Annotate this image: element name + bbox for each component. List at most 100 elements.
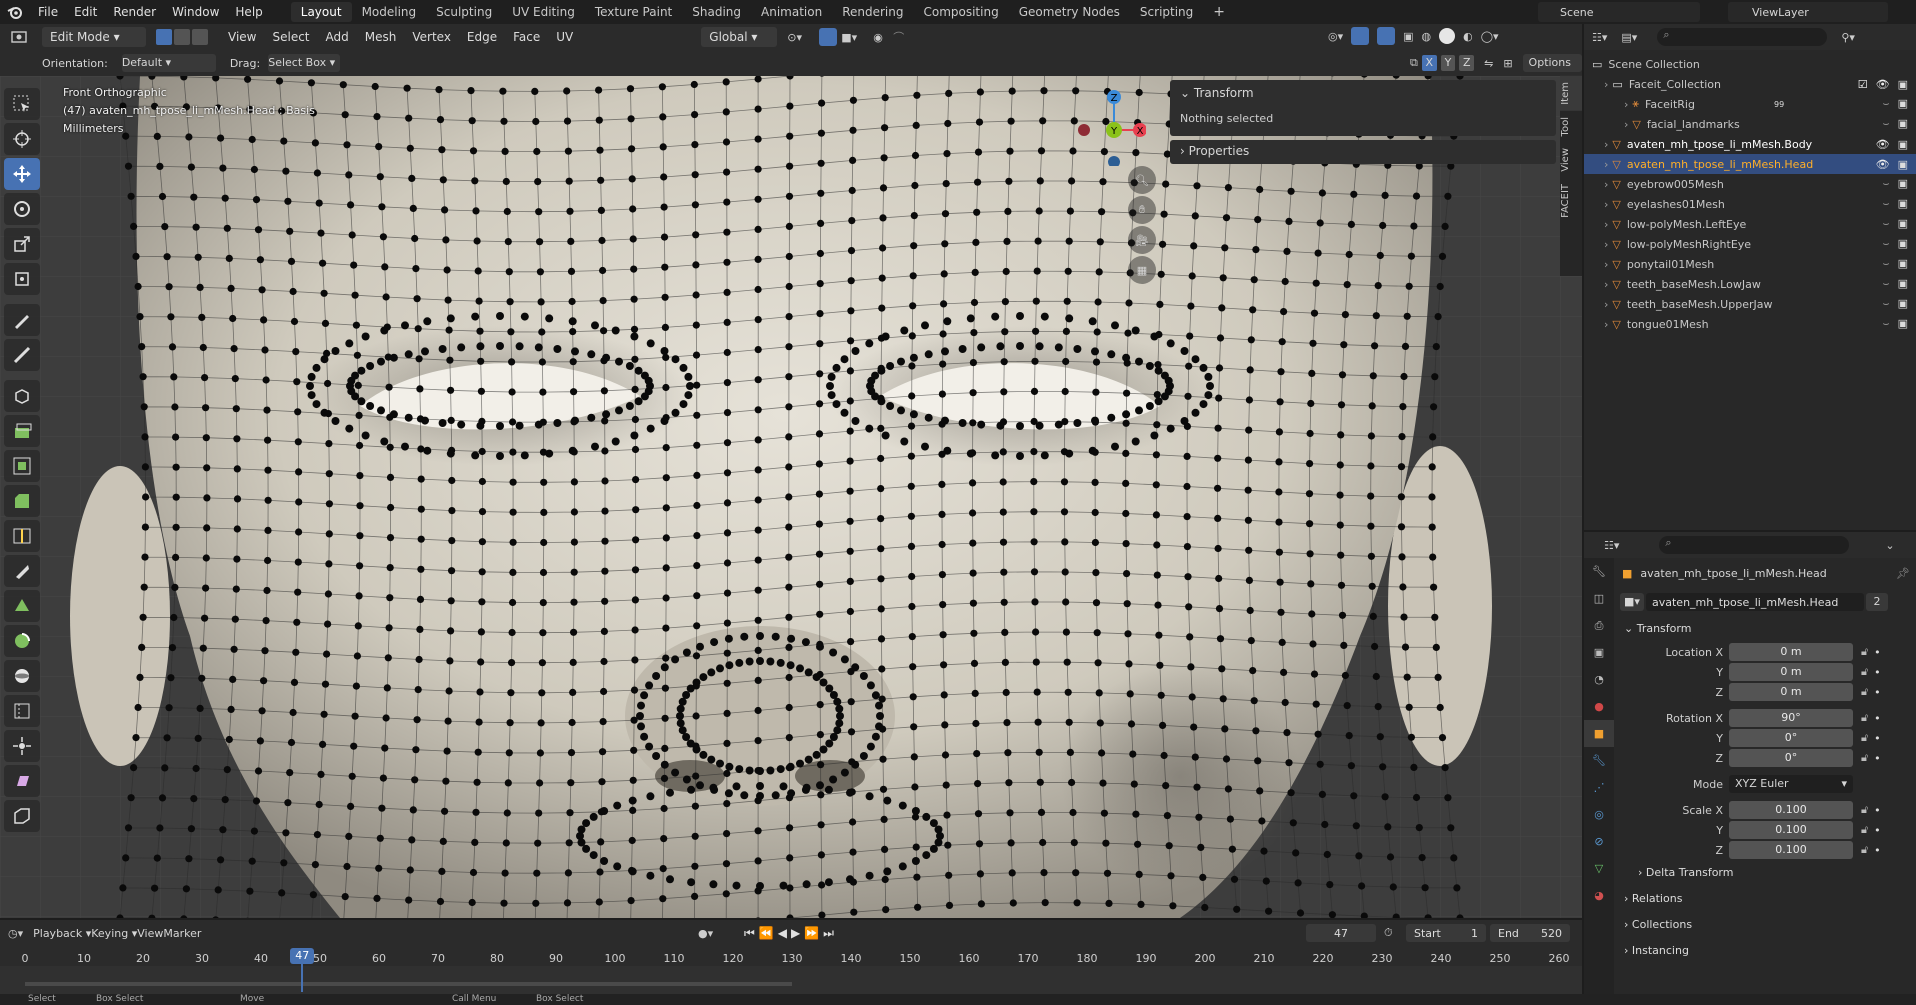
mesh-vertex[interactable] — [244, 76, 252, 83]
mesh-vertex[interactable] — [1190, 242, 1198, 250]
mesh-vertex[interactable] — [1215, 394, 1223, 402]
mesh-vertex[interactable] — [646, 424, 655, 433]
rotation-x-field[interactable]: 90° — [1729, 709, 1853, 727]
mesh-vertex[interactable] — [1262, 877, 1270, 885]
mesh-vertex[interactable] — [693, 471, 701, 479]
transform-section-header[interactable]: ⌄ Transform — [1618, 616, 1914, 642]
mesh-vertex[interactable] — [194, 734, 202, 743]
mesh-vertex[interactable] — [1180, 417, 1189, 425]
mesh-vertex[interactable] — [1159, 240, 1167, 248]
mesh-vertex[interactable] — [910, 753, 918, 761]
mesh-vertex[interactable] — [785, 703, 793, 712]
mesh-vertex[interactable] — [846, 788, 854, 797]
mesh-vertex[interactable] — [829, 775, 838, 784]
mesh-vertex[interactable] — [970, 629, 978, 637]
mesh-vertex[interactable] — [313, 169, 321, 177]
mesh-vertex[interactable] — [969, 479, 977, 487]
mesh-vertex[interactable] — [1000, 358, 1008, 366]
mesh-vertex[interactable] — [1135, 870, 1143, 879]
mesh-vertex[interactable] — [692, 291, 700, 299]
auto-merge-icon[interactable]: ⊞ — [1503, 57, 1512, 70]
mesh-vertex[interactable] — [660, 760, 669, 769]
mesh-vertex[interactable] — [233, 525, 241, 533]
mesh-vertex[interactable] — [540, 508, 548, 516]
menu-playback[interactable]: Playback ▾ — [33, 927, 91, 940]
shading-material-icon[interactable]: ◐ — [1463, 30, 1473, 43]
mesh-vertex[interactable] — [629, 806, 637, 815]
mesh-vertex[interactable] — [1307, 580, 1315, 588]
mesh-vertex[interactable] — [1123, 600, 1131, 608]
world-tab-icon[interactable]: ● — [1584, 693, 1614, 720]
mesh-vertex[interactable] — [1135, 406, 1143, 415]
smooth-tool[interactable] — [4, 660, 40, 692]
mesh-vertex[interactable] — [897, 357, 905, 366]
mesh-vertex[interactable] — [124, 824, 133, 832]
mesh-vertex[interactable] — [1152, 451, 1160, 459]
mesh-vertex[interactable] — [1001, 658, 1010, 667]
mesh-vertex[interactable] — [827, 372, 836, 381]
mesh-vertex[interactable] — [1041, 899, 1049, 907]
mesh-vertex[interactable] — [1098, 749, 1106, 757]
mesh-vertex[interactable] — [1166, 424, 1175, 433]
visibility-eye-icon[interactable]: ⌣ — [1882, 117, 1889, 131]
mesh-vertex[interactable] — [1064, 688, 1072, 696]
mirror-y-toggle[interactable]: Y — [1440, 55, 1456, 71]
mesh-vertex[interactable] — [815, 550, 824, 558]
mesh-vertex[interactable] — [507, 328, 515, 336]
mesh-vertex[interactable] — [613, 801, 622, 810]
mesh-vertex[interactable] — [1343, 702, 1351, 710]
mesh-vertex[interactable] — [1185, 603, 1193, 611]
mesh-vertex[interactable] — [599, 748, 607, 756]
mesh-vertex[interactable] — [859, 672, 868, 680]
mesh-vertex[interactable] — [478, 598, 486, 606]
mesh-vertex[interactable] — [232, 585, 240, 593]
mesh-vertex[interactable] — [1405, 282, 1413, 290]
loop-cut-tool[interactable] — [4, 520, 40, 552]
mesh-vertex[interactable] — [1275, 458, 1283, 466]
mesh-vertex[interactable] — [1281, 277, 1289, 286]
mesh-vertex[interactable] — [637, 722, 645, 731]
mesh-vertex[interactable] — [941, 721, 949, 729]
mesh-vertex[interactable] — [652, 752, 661, 760]
mesh-vertex[interactable] — [533, 869, 541, 877]
outliner-item[interactable]: › ▽ eyelashes01Mesh ⌣ ▣ — [1584, 194, 1916, 214]
mesh-vertex[interactable] — [599, 266, 607, 275]
mesh-vertex[interactable] — [754, 466, 762, 474]
mesh-vertex[interactable] — [565, 839, 573, 847]
mesh-vertex[interactable] — [1219, 695, 1227, 703]
mesh-vertex[interactable] — [1399, 583, 1407, 591]
mesh-vertex[interactable] — [1007, 117, 1015, 125]
mesh-vertex[interactable] — [1016, 342, 1024, 350]
mesh-vertex[interactable] — [974, 148, 983, 156]
mesh-vertex[interactable] — [294, 408, 302, 416]
menu-keying[interactable]: Keying ▾ — [91, 927, 137, 940]
mesh-vertex[interactable] — [659, 113, 667, 121]
mesh-vertex[interactable] — [1275, 548, 1283, 556]
mesh-vertex[interactable] — [325, 560, 333, 568]
mesh-vertex[interactable] — [201, 614, 209, 622]
mesh-vertex[interactable] — [355, 411, 363, 419]
mesh-vertex[interactable] — [816, 370, 824, 378]
mesh-vertex[interactable] — [589, 812, 598, 821]
mesh-vertex[interactable] — [515, 421, 524, 430]
mesh-vertex[interactable] — [379, 774, 387, 782]
mesh-vertex[interactable] — [817, 189, 825, 197]
mesh-vertex[interactable] — [786, 824, 794, 832]
mesh-vertex[interactable] — [914, 903, 922, 911]
mesh-vertex[interactable] — [476, 327, 484, 335]
mesh-vertex[interactable] — [457, 420, 466, 429]
mesh-vertex[interactable] — [722, 890, 730, 898]
mesh-vertex[interactable] — [908, 362, 916, 370]
mesh-vertex[interactable] — [537, 298, 545, 306]
mesh-vertex[interactable] — [676, 712, 684, 720]
mesh-vertex[interactable] — [1224, 184, 1232, 192]
mesh-vertex[interactable] — [879, 244, 887, 252]
mesh-vertex[interactable] — [1031, 357, 1039, 365]
mesh-vertex[interactable] — [976, 870, 985, 878]
mesh-vertex[interactable] — [1254, 757, 1262, 765]
mesh-vertex[interactable] — [875, 701, 883, 710]
mesh-vertex[interactable] — [587, 413, 596, 422]
mesh-vertex[interactable] — [1188, 272, 1196, 280]
mesh-vertex[interactable] — [883, 796, 892, 805]
mesh-vertex[interactable] — [158, 192, 167, 201]
